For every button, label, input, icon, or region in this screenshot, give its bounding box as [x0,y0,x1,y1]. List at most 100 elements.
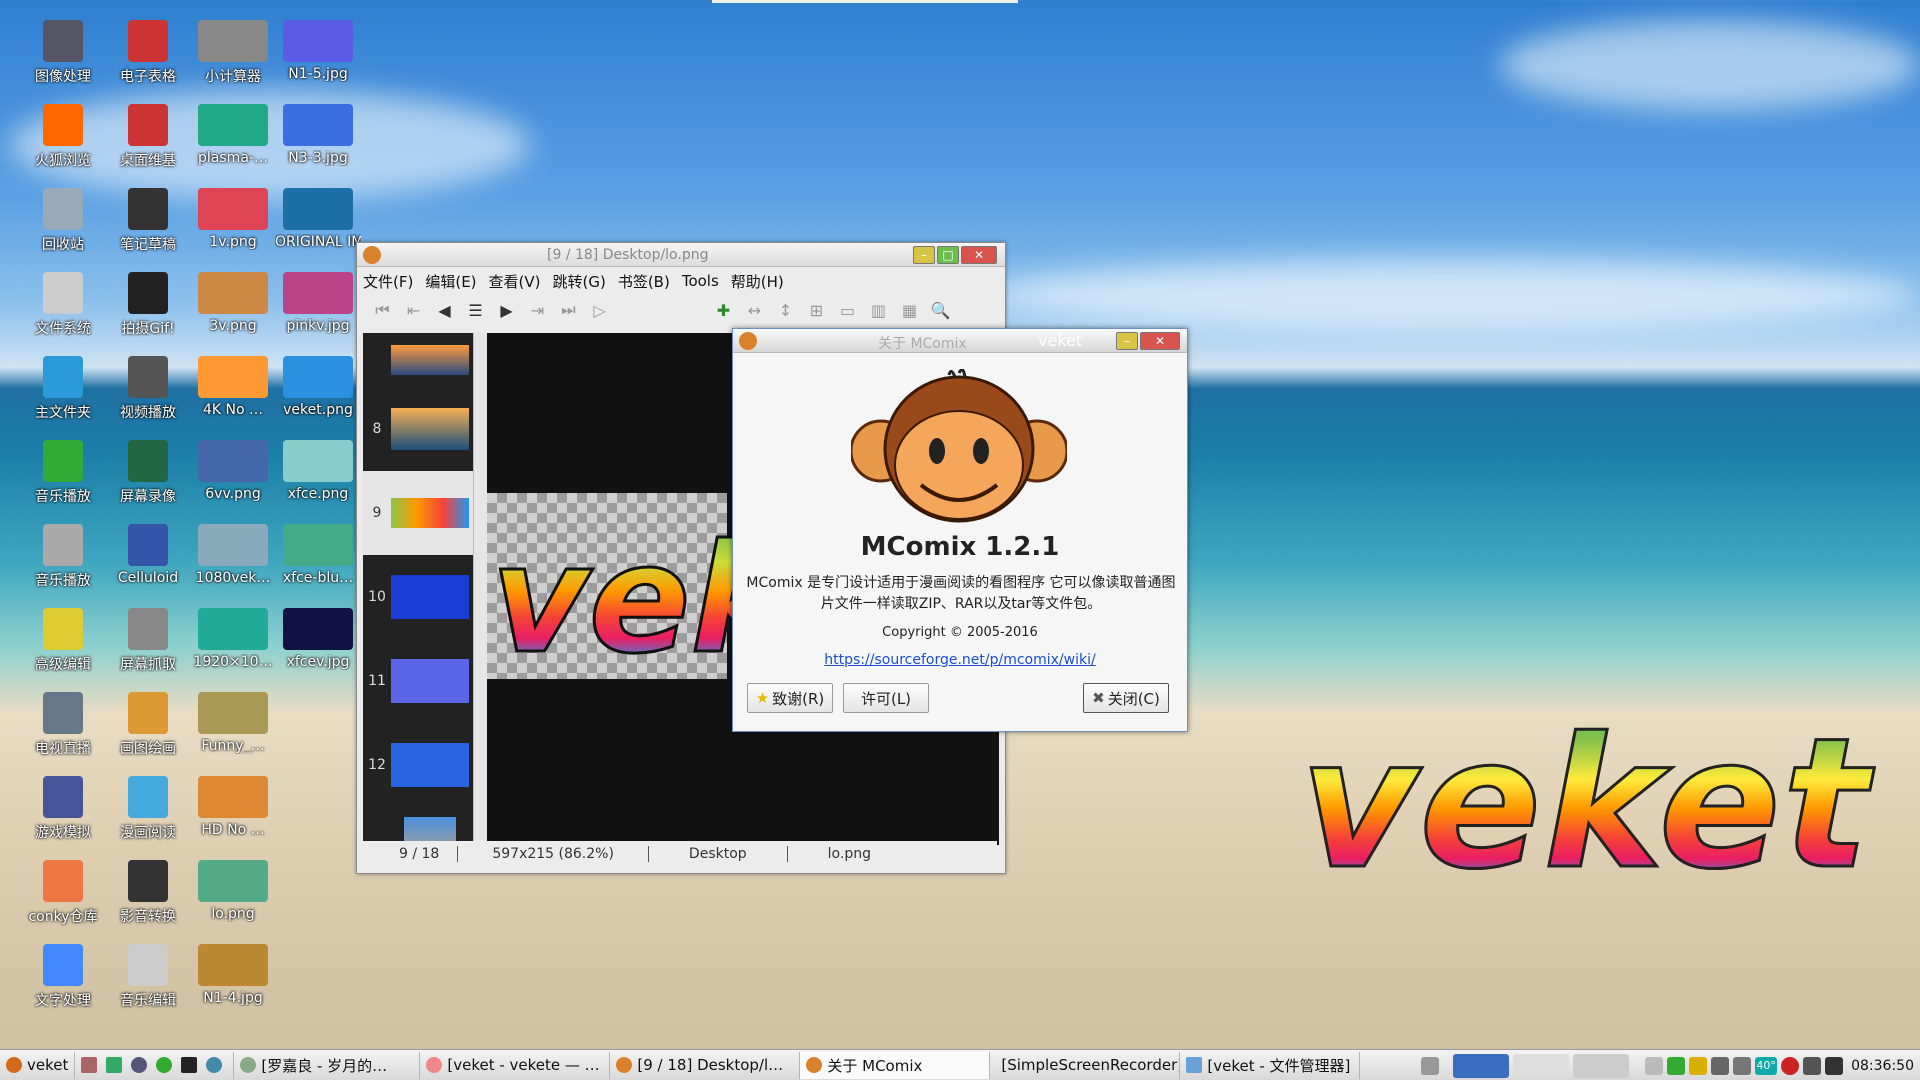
workspace-2[interactable] [1513,1053,1570,1078]
clock[interactable]: 08:36:50 [1851,1058,1914,1074]
fit-width-icon[interactable]: ↔ [739,301,770,320]
previous-page-icon[interactable]: ◀ [429,301,460,320]
thumbnail-item[interactable]: 10 [363,555,473,639]
desktop-icon[interactable]: 高级编辑 [20,608,106,690]
desktop-icon[interactable]: 小计算器 [190,20,276,102]
thumbnail-item[interactable]: 8 [363,387,473,471]
launcher-icon[interactable] [81,1057,98,1073]
desktop-icon[interactable]: 文件系统 [20,272,106,354]
menu-tools[interactable]: Tools [682,272,719,290]
desktop-icon[interactable]: 影音转换 [105,860,191,942]
desktop-icon[interactable]: N3-3.jpg [275,104,361,186]
task-file-manager[interactable]: [veket - 文件管理器] [1180,1051,1361,1079]
keyboard-icon[interactable] [1645,1056,1664,1075]
desktop-icon[interactable]: 音乐编辑 [105,944,191,1026]
system-monitor-icon[interactable] [106,1057,123,1073]
thumbnail-scrollbar[interactable] [473,333,487,845]
fit-height-icon[interactable]: ↕ [770,301,801,320]
maximize-button[interactable]: □ [937,246,959,264]
desktop-icon[interactable]: N1-5.jpg [275,20,361,102]
about-dialog[interactable]: 关于 MComix veket – ✕ MComix 1.2.1 MComix … [732,328,1188,732]
desktop-icon[interactable]: 漫画阅读 [105,776,191,858]
desktop-icon[interactable]: plasma-… [190,104,276,186]
best-fit-icon[interactable]: ✚ [708,301,739,320]
desktop-icon[interactable]: veket.png [275,356,361,438]
license-button[interactable]: 许可(L) [843,683,929,713]
thumbnail-partial[interactable] [363,333,473,387]
minimize-button[interactable]: – [913,246,935,264]
task-mcomix[interactable]: [9 / 18] Desktop/l… [610,1051,801,1079]
menu-edit[interactable]: 编辑(E) [425,271,476,292]
desktop-icon[interactable]: xfce.png [275,440,361,522]
network-signal-icon[interactable] [1711,1056,1730,1075]
about-titlebar[interactable]: 关于 MComix veket – ✕ [733,329,1187,353]
credits-button[interactable]: ★ 致谢(R) [747,683,833,713]
desktop-icon[interactable]: 电子表格 [105,20,191,102]
first-archive-icon[interactable]: ⇤ [398,301,429,320]
manga-mode-icon[interactable]: ▦ [894,301,925,320]
play-icon[interactable] [156,1057,173,1073]
desktop-icon[interactable]: 屏幕抓取 [105,608,191,690]
thumbnail-item[interactable]: 11 [363,639,473,723]
desktop-icon[interactable]: 游戏模拟 [20,776,106,858]
workspace-1[interactable] [1453,1053,1510,1078]
desktop-icon[interactable]: 图像处理 [20,20,106,102]
window-list-icon[interactable] [1421,1056,1440,1075]
volume-low-icon[interactable] [1733,1056,1752,1075]
globe-icon[interactable] [206,1057,223,1073]
desktop-icon[interactable]: ORIGINAL IMAGEv.jp [275,188,361,270]
desktop-icon[interactable]: lo.png [190,860,276,942]
desktop-icon[interactable]: 主文件夹 [20,356,106,438]
double-page-icon[interactable]: ▥ [863,301,894,320]
desktop-icon[interactable]: 音乐播放 [20,440,106,522]
desktop-icon[interactable]: 视频播放 [105,356,191,438]
thumbnail-sidebar[interactable]: 8 9 10 11 12 13 [363,333,473,845]
desktop-icon[interactable]: HD No … [190,776,276,858]
next-archive-icon[interactable]: ⇥ [522,301,553,320]
minimize-button[interactable]: – [1116,332,1138,350]
desktop-icon[interactable]: 回收站 [20,188,106,270]
desktop-icon[interactable]: 音乐播放 [20,524,106,606]
desktop-icon[interactable]: 桌面维基 [105,104,191,186]
record-icon[interactable] [1781,1056,1800,1075]
menu-help[interactable]: 帮助(H) [731,271,784,292]
mcomix-titlebar[interactable]: [9 / 18] Desktop/lo.png – □ ✕ [357,243,1005,267]
list-icon[interactable]: ☰ [460,301,491,320]
close-button[interactable]: ✕ [961,246,997,264]
terminal-icon[interactable] [181,1057,198,1073]
thumbnail-item[interactable]: 13 [363,807,473,845]
desktop-icon[interactable]: 屏幕录像 [105,440,191,522]
task-screen-recorder[interactable]: [SimpleScreenRecorder] [990,1051,1181,1079]
website-link[interactable]: https://sourceforge.net/p/mcomix/wiki/ [733,652,1187,668]
next-page-icon[interactable]: ▶ [491,301,522,320]
desktop-icon[interactable]: 火狐浏览 [20,104,106,186]
desktop-icon[interactable]: 4K No … [190,356,276,438]
menu-bookmarks[interactable]: 书签(B) [618,271,670,292]
thumbnail-item-selected[interactable]: 9 [363,471,473,555]
desktop-icon[interactable]: 1920×10… [190,608,276,690]
desktop-icon[interactable]: 1080vek… [190,524,276,606]
fit-px-icon[interactable]: ⊞ [801,301,832,320]
desktop-icon[interactable]: Funny_… [190,692,276,774]
task-about-mcomix[interactable]: 关于 MComix [800,1051,991,1079]
desktop-icon[interactable]: 画图绘画 [105,692,191,774]
close-dialog-button[interactable]: ✖ 关闭(C) [1083,683,1169,713]
desktop-icon[interactable]: Celluloid [105,524,191,606]
task-file-manager-veket[interactable]: [veket - vekete — … [420,1051,611,1079]
desktop-icon[interactable]: 3v.png [190,272,276,354]
desktop-icon[interactable]: 文字处理 [20,944,106,1026]
desktop-icon[interactable]: N1-4.jpg [190,944,276,1026]
start-menu-button[interactable]: veket [0,1051,76,1079]
desktop-icon[interactable]: 1v.png [190,188,276,270]
menu-go[interactable]: 跳转(G) [553,271,606,292]
slideshow-icon[interactable]: ▷ [584,301,615,320]
clipboard-icon[interactable] [1803,1056,1822,1075]
temperature-indicator[interactable]: 40° [1755,1056,1778,1075]
desktop-icon[interactable]: 拍摄Gif! [105,272,191,354]
menu-file[interactable]: 文件(F) [363,271,413,292]
desktop-icon[interactable]: 6vv.png [190,440,276,522]
workspace-3[interactable] [1573,1053,1630,1078]
desktop-icon[interactable]: 笔记草稿 [105,188,191,270]
desktop-icon[interactable]: xfcev.jpg [275,608,361,690]
menu-view[interactable]: 查看(V) [489,271,541,292]
